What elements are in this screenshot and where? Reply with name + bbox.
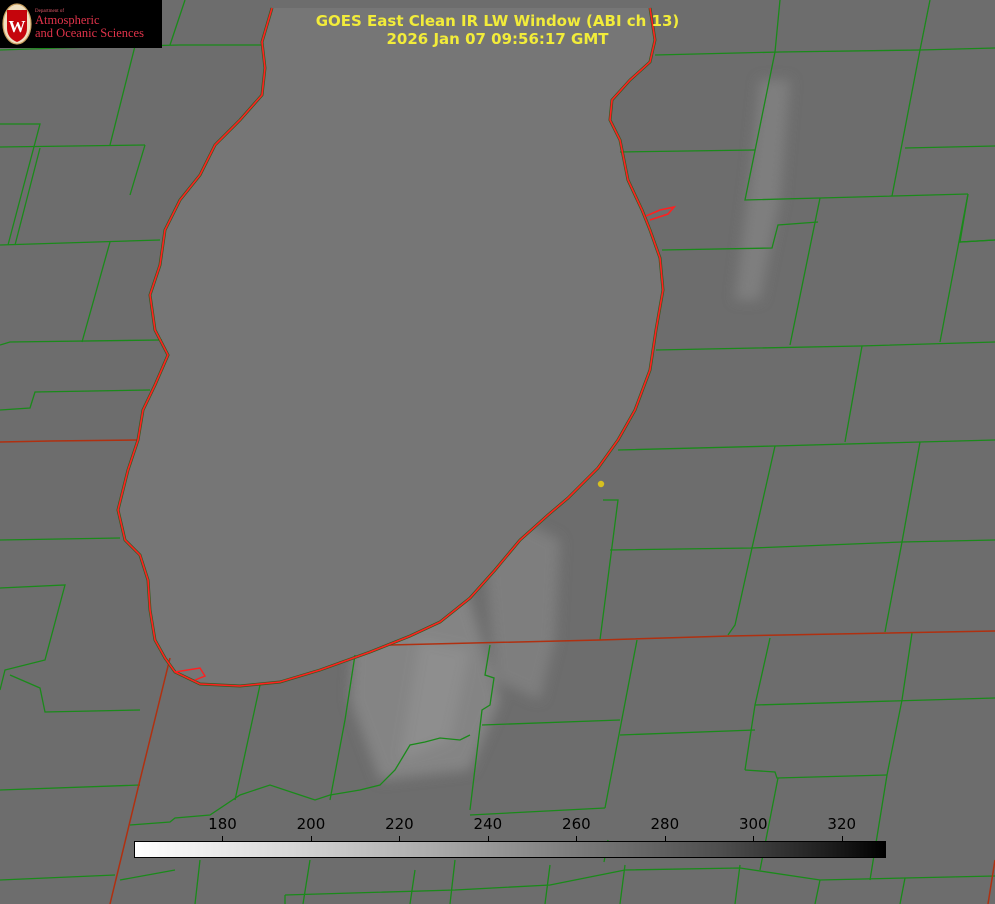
colorbar-tick-label: 180 — [208, 815, 237, 833]
colorbar-tick-mark — [664, 836, 666, 841]
satellite-map-viewer: W Department of Atmospheric and Oceanic … — [0, 0, 995, 904]
temperature-colorbar — [134, 841, 886, 858]
colorbar-tick-label: 280 — [650, 815, 680, 833]
colorbar-tick-mark — [841, 836, 843, 841]
image-timestamp: 2026 Jan 07 09:56:17 GMT — [386, 30, 609, 48]
location-dot-icon — [597, 480, 605, 488]
colorbar-tick-mark — [576, 836, 578, 841]
colorbar-tick-label: 240 — [473, 815, 503, 833]
colorbar-tick-mark — [487, 836, 489, 841]
colorbar-tick-label: 200 — [296, 815, 326, 833]
colorbar-tick-mark — [310, 836, 312, 841]
colorbar-tick-label: 220 — [385, 815, 414, 833]
colorbar-tick-mark — [753, 836, 755, 841]
colorbar-tick-label: 260 — [562, 815, 591, 833]
colorbar-tick-mark — [222, 836, 224, 841]
colorbar-tick-label: 320 — [827, 815, 857, 833]
product-title: GOES East Clean IR LW Window (ABI ch 13) — [315, 12, 680, 30]
map-canvas — [0, 0, 995, 904]
colorbar-tick-mark — [399, 836, 401, 841]
colorbar-tick-label: 300 — [738, 815, 768, 833]
